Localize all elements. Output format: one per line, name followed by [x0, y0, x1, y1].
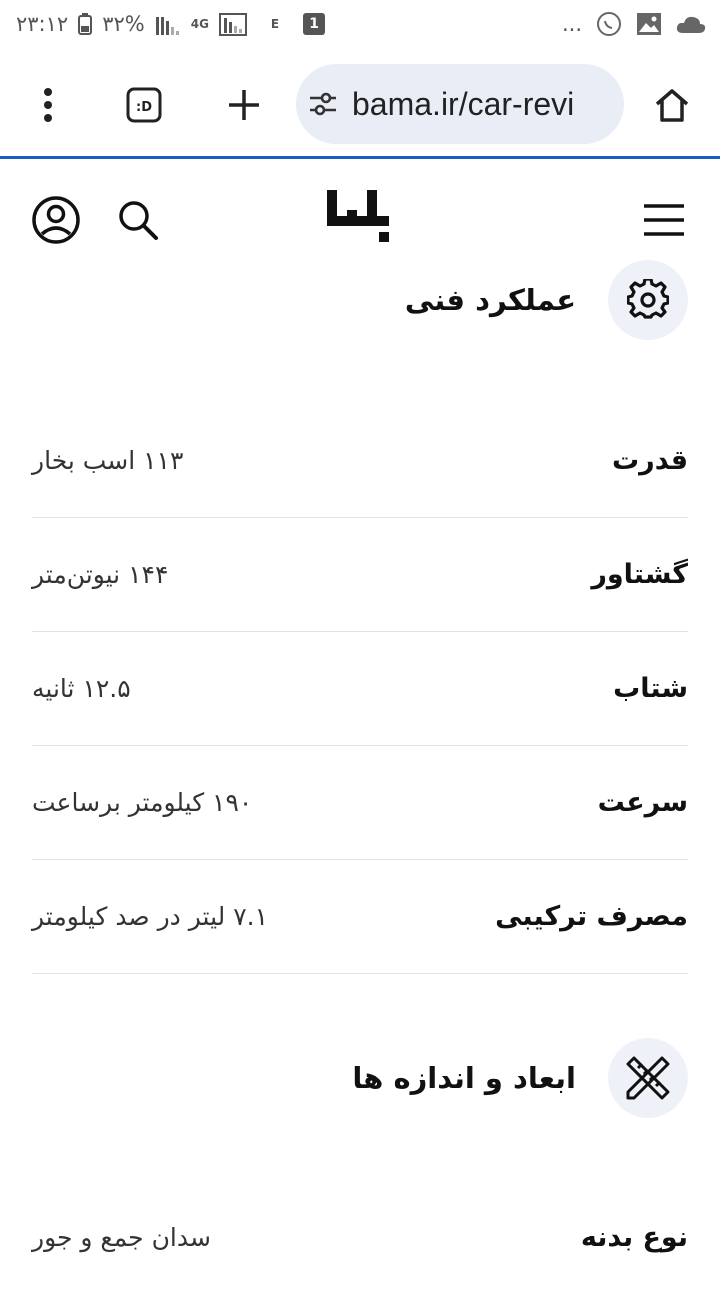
- spec-row-torque: گشتاور ۱۴۴ نیوتن‌متر: [32, 518, 688, 632]
- battery-icon: [78, 13, 93, 35]
- whatsapp-icon: [596, 11, 622, 37]
- cloud-icon: [676, 14, 706, 34]
- sim-badge: 1: [303, 13, 326, 35]
- spec-value: سدان جمع و جور: [32, 1222, 211, 1252]
- search-icon: [119, 201, 158, 240]
- page-load-bar: [0, 156, 720, 159]
- signal-icon: [155, 13, 181, 35]
- status-right: ...: [562, 11, 706, 37]
- spec-value: ۱۹۰ کیلومتر برساعت: [32, 788, 253, 817]
- home-button[interactable]: [642, 60, 702, 150]
- spec-value: ۷.۱ لیتر در صد کیلومتر: [32, 902, 269, 931]
- address-bar[interactable]: bama.ir/car-revi: [296, 64, 624, 144]
- section-title: ابعاد و اندازه ها: [352, 1061, 576, 1095]
- battery-percent: ۳۲%: [102, 12, 145, 36]
- spec-row-acceleration: شتاب ۱۲.۵ ثانیه: [32, 632, 688, 746]
- signal-icon-2: [218, 12, 247, 36]
- clock: ۲۳:۱۲: [16, 12, 69, 36]
- gear-icon: [627, 279, 669, 319]
- spec-value: ۱۴۴ نیوتن‌متر: [32, 560, 169, 589]
- more-vert-icon: [44, 88, 52, 122]
- spec-row-body-type: نوع بدنه سدان جمع و جور: [32, 1180, 688, 1294]
- spec-value: ۱۲.۵ ثانیه: [32, 674, 131, 703]
- spec-row-top-speed: سرعت ۱۹۰ کیلومتر برساعت: [32, 746, 688, 860]
- plus-icon: [229, 90, 259, 120]
- status-left: ۲۳:۱۲ ۳۲% 4G E 1: [16, 12, 326, 36]
- ruler-pencil-icon: [626, 1056, 670, 1100]
- tab-switcher-button[interactable]: :D: [114, 60, 174, 150]
- spec-value: ۱۱۳ اسب بخار: [32, 446, 184, 475]
- bama-logo-icon: [327, 190, 389, 242]
- tabs-icon: :D: [126, 87, 162, 123]
- more-notifications: ...: [561, 12, 582, 36]
- spec-label: قدرت: [612, 445, 688, 476]
- section-icon: [608, 1038, 688, 1118]
- url-text: bama.ir/car-revi: [352, 85, 575, 122]
- section-header-dimensions: ابعاد و اندازه ها: [352, 1038, 688, 1118]
- menu-icon: [644, 204, 684, 236]
- bama-logo[interactable]: [318, 186, 400, 246]
- account-button[interactable]: [28, 192, 84, 248]
- spec-label: گشتاور: [591, 559, 688, 590]
- spec-label: سرعت: [597, 787, 688, 818]
- user-icon: [32, 196, 80, 244]
- site-settings-icon[interactable]: [308, 91, 338, 117]
- image-icon: [636, 12, 662, 36]
- status-bar: ۲۳:۱۲ ۳۲% 4G E 1 ...: [0, 0, 720, 48]
- spec-label: مصرف ترکیبی: [495, 901, 688, 932]
- site-header: [0, 170, 720, 262]
- spec-row-power: قدرت ۱۱۳ اسب بخار: [32, 404, 688, 518]
- menu-button[interactable]: [18, 60, 78, 150]
- svg-text::D: :D: [136, 100, 152, 115]
- edge-indicator: E: [270, 17, 280, 31]
- spec-label: نوع بدنه: [580, 1221, 688, 1253]
- home-icon: [655, 89, 689, 122]
- spec-row-fuel-consumption: مصرف ترکیبی ۷.۱ لیتر در صد کیلومتر: [32, 860, 688, 974]
- browser-toolbar: :D bama.ir/car-revi: [0, 60, 720, 150]
- network-type: 4G: [190, 17, 209, 31]
- section-icon: [608, 260, 688, 340]
- section-header-performance: عملکرد فنی: [405, 260, 688, 340]
- new-tab-button[interactable]: [214, 60, 274, 150]
- hamburger-menu-button[interactable]: [636, 192, 692, 248]
- search-button[interactable]: [110, 192, 166, 248]
- spec-label: شتاب: [613, 673, 688, 704]
- section-title: عملکرد فنی: [404, 283, 576, 317]
